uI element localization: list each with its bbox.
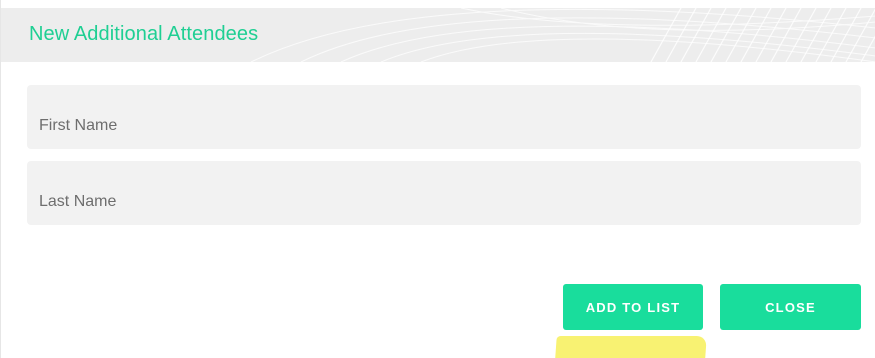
last-name-input[interactable] — [27, 161, 861, 225]
close-button[interactable]: CLOSE — [720, 284, 861, 330]
first-name-input[interactable] — [27, 85, 861, 149]
dialog-header: New Additional Attendees — [1, 8, 875, 62]
add-to-list-button[interactable]: ADD TO LIST — [563, 284, 703, 330]
dialog-title: New Additional Attendees — [29, 23, 259, 45]
add-attendees-dialog: New Additional Attendees ADD TO LIST CLO… — [0, 0, 875, 358]
highlighter-mark — [555, 336, 707, 358]
